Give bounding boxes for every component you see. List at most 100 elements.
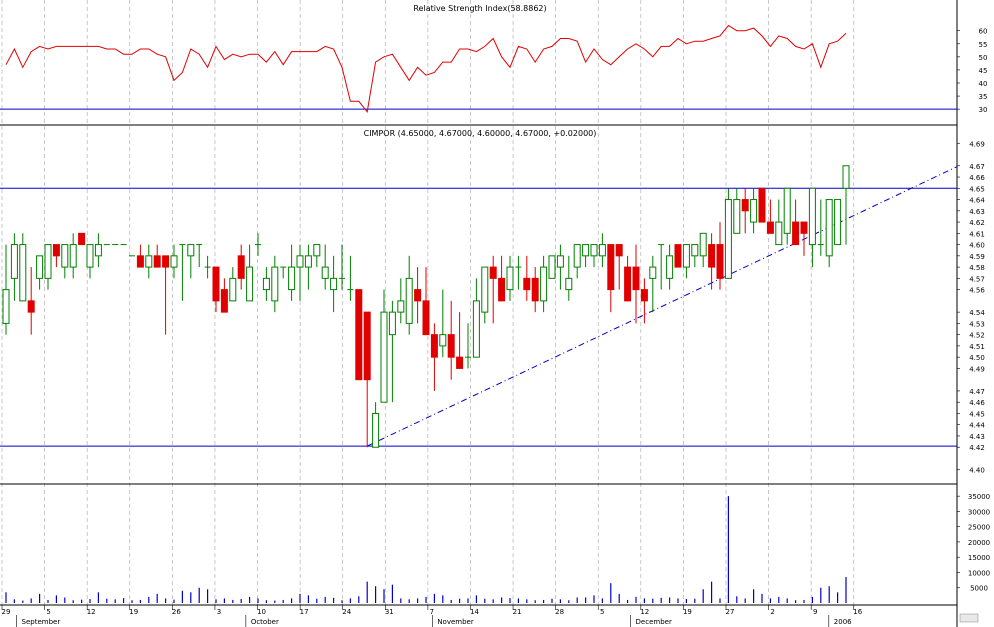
price-tick-label-25: 4.69	[969, 140, 985, 148]
price-tick-label-3: 4.44	[969, 422, 985, 430]
price-tick-label-4: 4.45	[969, 410, 985, 418]
candle-body-100	[842, 165, 850, 189]
candle-body-48	[405, 277, 413, 324]
candle-body-0	[2, 289, 10, 324]
candle-body-81	[682, 244, 690, 268]
date-tick-label-13: 28	[555, 608, 564, 616]
stock-chart: Relative Strength Index(58.8862) CIMPOR …	[0, 0, 990, 627]
candle-body-59	[498, 277, 506, 302]
candle-body-93	[783, 187, 791, 234]
candle-body-67	[565, 277, 573, 291]
volume-tick-label-1: 10000	[968, 569, 990, 577]
candle-body-72	[607, 244, 615, 291]
candle-body-47	[397, 300, 405, 313]
price-tick-label-24: 4.67	[969, 163, 985, 171]
candle-body-28	[237, 255, 245, 279]
candle-body-10	[86, 244, 94, 268]
price-tick-label-20: 4.63	[969, 208, 985, 216]
volume-tick-label-5: 30000	[968, 508, 990, 516]
date-tick-label-3: 19	[129, 608, 138, 616]
candle-body-17	[145, 255, 153, 268]
volume-tick-label-4: 25000	[968, 524, 990, 532]
rsi-tick-label-4: 50	[979, 54, 988, 62]
price-tick-label-10: 4.52	[969, 332, 985, 340]
month-label-0: September	[22, 618, 61, 626]
candle-body-57	[481, 266, 489, 313]
right-axis-labels: 30 35 40 45 50 55 60 4.40 4.42 4.43 4.44 4.45 4.46 4.…	[957, 28, 990, 593]
rsi-tick-label-1: 35	[979, 93, 988, 101]
price-tick-label-22: 4.65	[969, 185, 985, 193]
candle-body-90	[758, 187, 766, 223]
date-tick-label-14: 5	[600, 608, 604, 616]
candle-body-95	[800, 221, 808, 234]
rsi-panel	[0, 24, 957, 113]
price-tick-label-23: 4.66	[969, 174, 985, 182]
candle-body-65	[548, 255, 556, 279]
candle-body-74	[624, 266, 632, 302]
date-tick-label-20: 16	[853, 608, 862, 616]
price-tick-label-12: 4.54	[969, 309, 985, 317]
candle-body-94	[792, 221, 800, 246]
price-tick-label-1: 4.42	[969, 444, 985, 452]
candle-body-98	[825, 199, 833, 257]
candle-body-56	[472, 300, 480, 358]
candle-body-63	[531, 277, 539, 302]
price-panel	[0, 165, 958, 448]
candle-body-6	[52, 244, 60, 257]
candle-body-99	[834, 199, 842, 246]
candle-body-50	[422, 300, 430, 336]
price-tick-label-21: 4.64	[969, 197, 985, 205]
rsi-tick-label-2: 40	[979, 80, 988, 88]
candle-body-83	[699, 232, 707, 257]
price-tick-label-2: 4.43	[969, 433, 985, 441]
date-axis: 29 5 12 19 26 3 10 17 24 31 7 14 21 28 5 12 19 27 2 9 16Sept…	[2, 605, 863, 627]
candle-body-38	[321, 266, 329, 279]
candle-body-77	[649, 266, 657, 279]
month-label-1: October	[251, 618, 279, 626]
candle-body-4	[36, 255, 44, 279]
volume-tick-label-0: 5000	[970, 585, 988, 593]
candle-body-75	[632, 266, 640, 291]
candle-body-43	[363, 311, 371, 381]
date-tick-label-16: 19	[683, 608, 692, 616]
price-tick-label-18: 4.61	[969, 230, 985, 238]
candle-body-68	[573, 244, 581, 268]
date-tick-label-2: 12	[87, 608, 96, 616]
candle-body-49	[414, 289, 422, 302]
candle-body-34	[288, 266, 296, 291]
candle-body-3	[27, 300, 35, 313]
candle-body-86	[724, 199, 732, 279]
candle-body-80	[674, 244, 682, 268]
date-tick-label-9: 31	[385, 608, 394, 616]
rsi-tick-label-6: 60	[979, 28, 988, 36]
price-tick-label-16: 4.59	[969, 253, 985, 261]
candle-body-2	[19, 244, 27, 302]
candle-body-60	[506, 266, 514, 291]
candle-body-45	[380, 311, 388, 403]
candle-body-87	[733, 199, 741, 234]
price-tick-label-0: 4.40	[969, 467, 985, 475]
candle-body-31	[262, 277, 270, 291]
date-tick-label-1: 5	[46, 608, 50, 616]
trendline	[366, 166, 958, 447]
volume-tick-label-6: 35000	[968, 493, 990, 501]
candle-body-53	[447, 334, 455, 358]
scroll-corner-button[interactable]	[959, 613, 979, 623]
candle-body-96	[808, 187, 816, 246]
candle-body-79	[666, 255, 674, 279]
rsi-tick-label-5: 55	[979, 41, 988, 49]
candle-body-64	[540, 266, 548, 302]
candle-body-29	[246, 266, 254, 302]
date-tick-label-5: 3	[217, 608, 221, 616]
rsi-tick-label-0: 30	[979, 106, 988, 114]
candle-body-18	[153, 255, 161, 268]
month-label-2: November	[437, 618, 474, 626]
candle-body-58	[489, 266, 497, 279]
candle-body-46	[388, 311, 396, 336]
candle-body-71	[598, 244, 606, 257]
candle-body-37	[313, 244, 321, 257]
candle-body-36	[304, 255, 312, 268]
date-tick-label-12: 21	[513, 608, 522, 616]
date-tick-label-4: 26	[172, 608, 181, 616]
rsi-line	[5, 24, 847, 113]
